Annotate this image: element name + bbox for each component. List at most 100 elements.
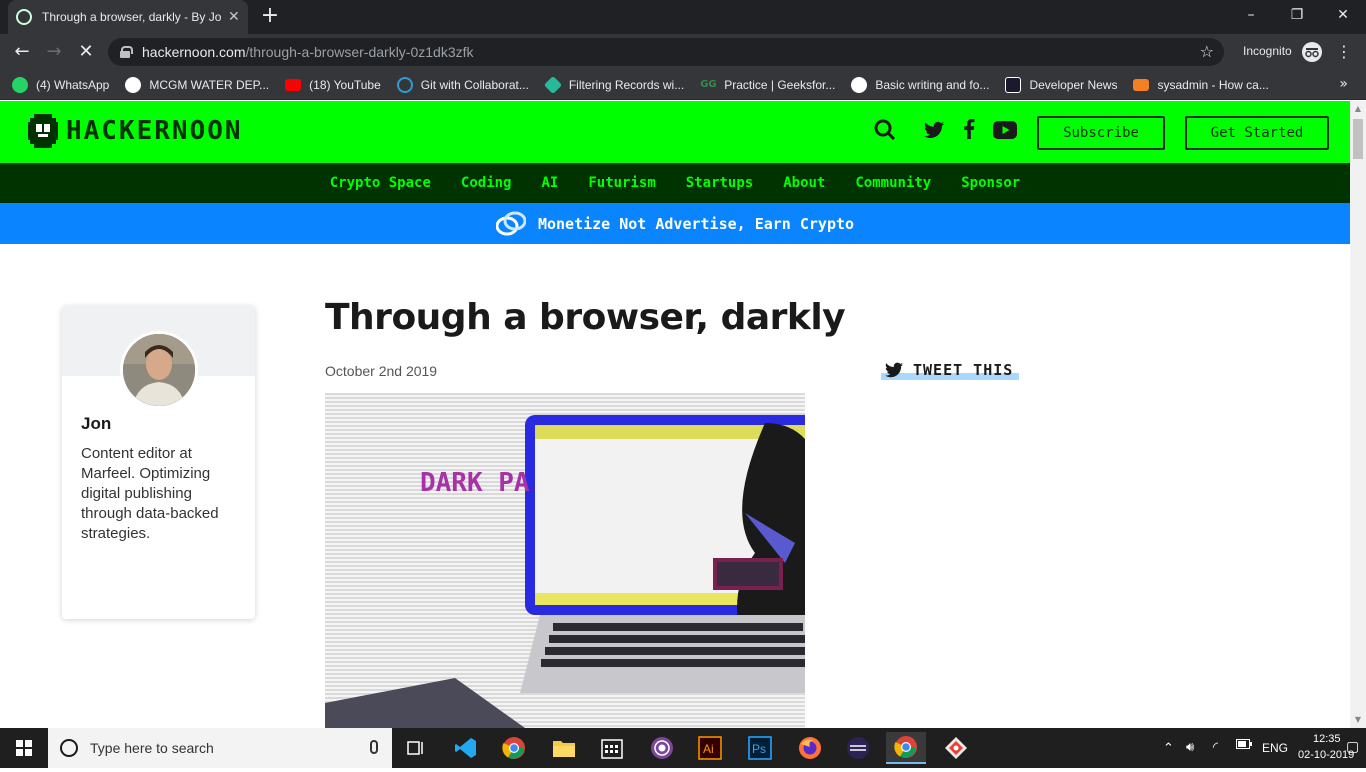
site-nav: Crypto Space Coding AI Futurism Startups… <box>0 163 1350 203</box>
nav-coding[interactable]: Coding <box>461 175 512 191</box>
minimize-window-button[interactable]: – <box>1228 0 1274 34</box>
new-tab-button[interactable]: + <box>258 4 282 28</box>
chrome-icon[interactable] <box>494 732 534 764</box>
nav-ai[interactable]: AI <box>541 175 558 191</box>
scroll-thumb[interactable] <box>1353 119 1363 159</box>
tweet-this-label: TWEET THIS <box>913 361 1014 379</box>
bookmark-youtube[interactable]: (18) YouTube <box>285 78 381 92</box>
file-explorer-icon[interactable] <box>544 732 584 764</box>
nav-community[interactable]: Community <box>855 175 931 191</box>
logo-text: HACKERNOON <box>66 116 243 146</box>
incognito-icon[interactable] <box>1302 42 1322 62</box>
avatar[interactable] <box>120 331 198 409</box>
bookmark-label: Developer News <box>1029 77 1118 92</box>
article-title: Through a browser, darkly <box>325 297 846 338</box>
promo-banner[interactable]: Monetize Not Advertise, Earn Crypto <box>0 203 1350 244</box>
lock-icon[interactable] <box>120 46 133 58</box>
get-started-button[interactable]: Get Started <box>1185 116 1329 150</box>
web-page: HACKERNOON Subscribe Get Started Crypto … <box>0 101 1350 728</box>
show-hidden-icons-icon[interactable]: ⌃ <box>1163 740 1174 756</box>
nav-crypto-space[interactable]: Crypto Space <box>330 175 431 191</box>
nav-sponsor[interactable]: Sponsor <box>961 175 1020 191</box>
wifi-icon[interactable]: ◜ <box>1213 739 1218 755</box>
vscode-icon[interactable] <box>446 732 486 764</box>
back-arrow-icon[interactable]: ← <box>10 40 34 64</box>
nav-futurism[interactable]: Futurism <box>588 175 655 191</box>
windows-start-button[interactable] <box>0 728 48 768</box>
bookmark-label: Git with Collaborat... <box>420 77 529 92</box>
browser-tab[interactable]: Through a browser, darkly - By Jo ✕ <box>8 0 248 34</box>
tab-close-icon[interactable]: ✕ <box>228 9 240 25</box>
hackernoon-logo[interactable]: HACKERNOON <box>28 114 243 148</box>
scroll-down-icon[interactable]: ▼ <box>1350 712 1366 728</box>
article-date: October 2nd 2019 <box>325 363 438 379</box>
author-name[interactable]: Jon <box>81 414 111 434</box>
bookmark-label: Practice | Geeksfor... <box>724 77 836 92</box>
browser-toolbar: ← → ✕ hackernoon.com /through-a-browser-… <box>0 34 1366 70</box>
bookmark-git[interactable]: Git with Collaborat... <box>396 76 529 93</box>
filtering-site-icon <box>543 75 562 94</box>
youtube-icon[interactable] <box>992 119 1018 145</box>
bookmark-github[interactable]: Basic writing and fo... <box>851 76 989 93</box>
photoshop-icon[interactable]: Ps <box>740 732 780 764</box>
bookmark-sysadmin[interactable]: sysadmin - How ca... <box>1133 77 1269 92</box>
whatsapp-icon <box>12 76 28 93</box>
twitter-icon <box>885 362 903 378</box>
illustrator-icon[interactable]: Ai <box>690 732 730 764</box>
crypto-coin-icon <box>495 211 526 235</box>
scroll-up-icon[interactable]: ▲ <box>1350 101 1366 117</box>
developer-news-icon <box>1005 76 1022 93</box>
hackernoon-logo-icon <box>28 114 58 148</box>
taskbar-search-placeholder: Type here to search <box>90 740 214 756</box>
firefox-icon[interactable] <box>790 732 830 764</box>
microphone-icon[interactable] <box>370 740 378 754</box>
facebook-icon[interactable] <box>956 119 982 145</box>
bookmark-mcgm[interactable]: MCGM WATER DEP... <box>125 76 270 93</box>
input-language[interactable]: ENG <box>1262 741 1288 755</box>
nav-startups[interactable]: Startups <box>686 175 753 191</box>
bookmark-label: MCGM WATER DEP... <box>149 77 270 92</box>
restore-window-button[interactable]: ❐ <box>1274 0 1320 34</box>
more-bookmarks-icon[interactable]: » <box>1339 76 1348 92</box>
battery-icon[interactable] <box>1236 739 1252 752</box>
bookmark-filtering-records[interactable]: Filtering Records wi... <box>543 75 684 94</box>
site-header: HACKERNOON Subscribe Get Started <box>0 101 1350 163</box>
address-bar[interactable]: hackernoon.com /through-a-browser-darkly… <box>108 38 1224 66</box>
eclipse-icon[interactable] <box>838 732 878 764</box>
hero-glitch-text: DARK PA <box>420 468 530 498</box>
bookmark-label: sysadmin - How ca... <box>1157 77 1269 92</box>
twitter-icon[interactable] <box>921 119 947 145</box>
tab-title: Through a browser, darkly - By Jo <box>42 10 222 24</box>
close-window-button[interactable]: ✕ <box>1320 0 1366 34</box>
hackernoon-favicon-icon <box>16 9 32 25</box>
browser-menu-icon[interactable]: ⋮ <box>1336 42 1352 61</box>
gitkraken-icon[interactable] <box>936 732 976 764</box>
taskbar-search-box[interactable]: Type here to search <box>48 728 392 768</box>
search-icon[interactable] <box>872 119 898 145</box>
article-hero-image: DARK PA <box>325 393 805 728</box>
notifications-icon[interactable]: ▢ <box>1346 738 1359 755</box>
task-view-icon[interactable] <box>396 732 436 764</box>
tweet-this-button[interactable]: TWEET THIS <box>881 360 1020 380</box>
stop-loading-icon[interactable]: ✕ <box>74 40 98 64</box>
svg-text:Ai: Ai <box>703 742 714 756</box>
youtube-icon <box>285 78 302 91</box>
tor-browser-icon[interactable] <box>642 732 682 764</box>
bookmarks-bar: (4) WhatsApp MCGM WATER DEP... (18) YouT… <box>0 70 1366 100</box>
calendar-app-icon[interactable] <box>592 732 632 764</box>
bookmark-star-icon[interactable]: ☆ <box>1200 42 1214 61</box>
incognito-label: Incognito <box>1243 44 1292 58</box>
author-card: Jon Content editor at Marfeel. Optimizin… <box>62 306 255 619</box>
bookmark-developer-news[interactable]: Developer News <box>1005 76 1118 93</box>
geeksforgeeks-icon: GG <box>700 78 717 90</box>
bookmark-label: (4) WhatsApp <box>36 77 110 92</box>
page-scrollbar[interactable]: ▲ ▼ <box>1350 101 1366 728</box>
volume-icon[interactable]: 🔊︎ <box>1186 739 1194 755</box>
subscribe-button[interactable]: Subscribe <box>1037 116 1165 150</box>
bookmark-whatsapp[interactable]: (4) WhatsApp <box>12 76 110 93</box>
bookmark-geeksforgeeks[interactable]: GG Practice | Geeksfor... <box>700 77 835 93</box>
chrome-active-window-icon[interactable] <box>886 732 926 764</box>
nav-about[interactable]: About <box>783 175 825 191</box>
forward-arrow-icon[interactable]: → <box>42 40 66 64</box>
clock-time[interactable]: 12:35 <box>1313 733 1341 745</box>
